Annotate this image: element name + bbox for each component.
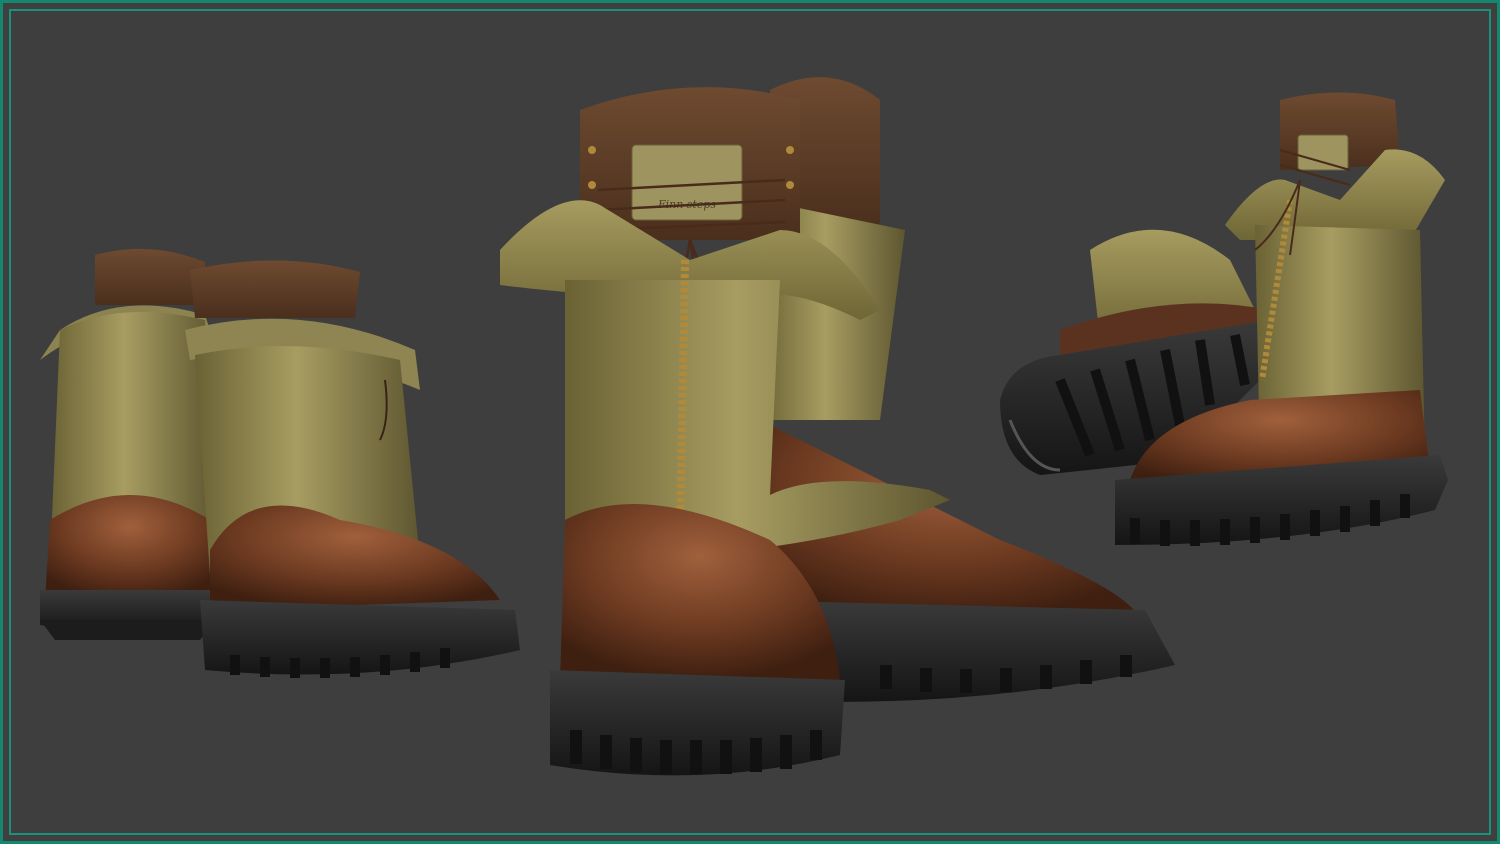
right-boot-pair [1000, 92, 1448, 546]
left-rear-boot [40, 248, 215, 640]
left-front-boot [185, 260, 520, 678]
boots-render: Finn steps [40, 77, 1448, 776]
left-boot-pair [40, 248, 520, 678]
